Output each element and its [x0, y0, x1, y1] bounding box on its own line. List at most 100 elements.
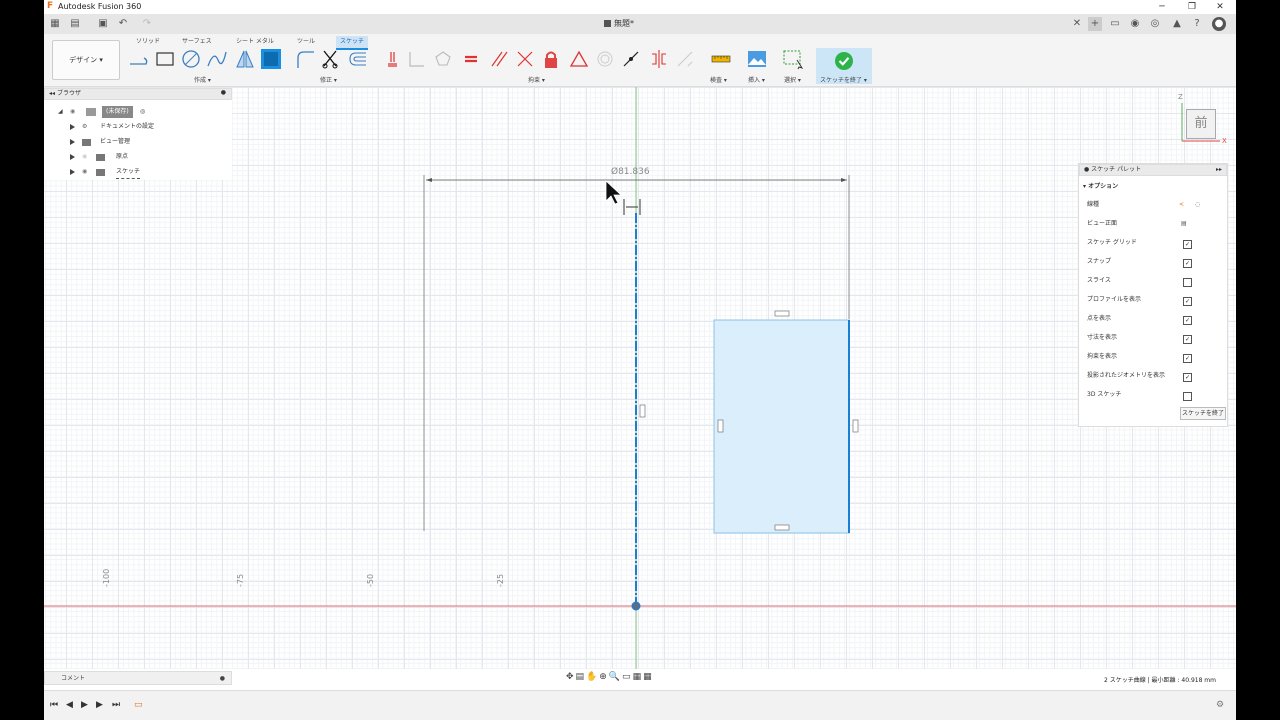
line-tool-icon[interactable] [128, 48, 150, 70]
browser-header[interactable]: ◂◂ ブラウザ ● [44, 88, 232, 100]
job-status-icon[interactable]: ◎ [1148, 17, 1162, 31]
parallel-constraint-icon[interactable] [488, 48, 510, 70]
tangent-constraint-icon[interactable] [620, 48, 642, 70]
coincident-constraint-icon[interactable] [382, 48, 404, 70]
collinear-constraint-icon[interactable] [406, 48, 428, 70]
zoom-window-icon[interactable]: 🔍 [609, 672, 622, 682]
minimize-button[interactable]: ─ [1156, 1, 1168, 13]
diameter-dimension-label[interactable]: Ø81.836 [611, 167, 650, 177]
create-group-label[interactable]: 作成 ▾ [194, 75, 211, 84]
show-constraints-checkbox[interactable]: ✓ [1183, 354, 1192, 363]
visibility-eye-icon[interactable]: ◉ [70, 106, 75, 118]
show-projected-checkbox[interactable]: ✓ [1183, 373, 1192, 382]
zoom-icon[interactable]: ⊕ [599, 672, 609, 682]
timeline-next-icon[interactable]: ▶ [96, 700, 103, 710]
select-window-icon[interactable] [782, 48, 804, 70]
user-avatar[interactable]: ● [1212, 17, 1226, 31]
timeline-prev-icon[interactable]: ◀ [66, 700, 73, 710]
insert-image-icon[interactable] [746, 48, 768, 70]
timeline-sketch-feature-icon[interactable]: ▭ [134, 700, 143, 710]
expand-triangle-icon[interactable] [70, 154, 75, 160]
data-panel-grid-icon[interactable]: ▦ [48, 17, 62, 31]
browser-pin-icon[interactable]: ● [221, 88, 226, 98]
sketch-grid-checkbox[interactable]: ✓ [1183, 240, 1192, 249]
visibility-eye-off-icon[interactable]: ◉ [82, 151, 87, 163]
view-cube[interactable]: Z 前 X [1178, 93, 1228, 145]
activate-radio-icon[interactable]: ◎ [140, 106, 145, 118]
document-tab[interactable]: 無題* [604, 18, 634, 29]
grid-settings-icon[interactable]: ▦ [633, 672, 644, 682]
viewcube-front-face[interactable]: 前 [1186, 109, 1216, 139]
comment-bubble-icon[interactable]: ▭ [1108, 17, 1122, 31]
timeline-last-icon[interactable]: ⏭ [112, 700, 120, 710]
measure-icon[interactable] [710, 48, 732, 70]
look-at-nav-icon[interactable]: ▤ [576, 672, 587, 682]
fix-lock-icon[interactable] [540, 48, 562, 70]
browser-item-named-views[interactable]: ビュー管理 [44, 136, 232, 148]
comments-panel[interactable]: コメント ● [44, 671, 232, 685]
display-settings-icon[interactable]: ▭ [622, 672, 633, 682]
timeline-first-icon[interactable]: ⏮ [50, 700, 58, 710]
palette-header[interactable]: ● スケッチ パレット ▸▸ [1079, 164, 1227, 176]
select-group-label[interactable]: 選択 ▾ [784, 75, 801, 84]
palette-section-header[interactable]: ▾ オプション [1083, 181, 1118, 193]
centerline-icon[interactable]: ◌ [1195, 199, 1200, 211]
workspace-switcher[interactable]: デザイン ▾ [52, 40, 120, 80]
expand-triangle-icon[interactable] [70, 124, 75, 130]
browser-item-origin[interactable]: ◉ 原点 [44, 151, 232, 163]
expand-triangle-icon[interactable] [70, 169, 75, 175]
rectangle-tool-icon[interactable] [154, 48, 176, 70]
file-menu-icon[interactable]: ▤ [68, 17, 82, 31]
browser-item-doc-settings[interactable]: ⚙ ドキュメントの設定 [44, 121, 232, 133]
undo-icon[interactable]: ↶ [116, 17, 130, 31]
show-points-checkbox[interactable]: ✓ [1183, 316, 1192, 325]
tab-tools[interactable]: ツール [293, 36, 319, 48]
show-profile-checkbox[interactable]: ✓ [1183, 297, 1192, 306]
mirror-tool-icon[interactable] [234, 48, 256, 70]
snap-checkbox[interactable]: ✓ [1183, 259, 1192, 268]
perpendicular-constraint-icon[interactable] [514, 48, 536, 70]
insert-group-label[interactable]: 挿入 ▾ [748, 75, 765, 84]
pan-hand-icon[interactable]: ✋ [586, 672, 599, 682]
midpoint-constraint-icon[interactable] [568, 48, 590, 70]
expand-triangle-icon[interactable] [70, 139, 75, 145]
restore-button[interactable]: ❐ [1186, 1, 1198, 13]
constraints-group-label[interactable]: 拘束 ▾ [528, 75, 545, 84]
close-tab-icon[interactable]: ✕ [1070, 17, 1084, 31]
extensions-icon[interactable]: ◉ [1128, 17, 1142, 31]
browser-item-sketches[interactable]: ◉ スケッチ [44, 166, 232, 179]
browser-item-root[interactable]: ◢ ◉ (未保存) ◎ [44, 106, 232, 118]
construction-line-icon[interactable]: < [1179, 199, 1184, 211]
close-window-button[interactable]: ✕ [1214, 1, 1226, 13]
equal-constraint-icon[interactable] [460, 48, 482, 70]
curvature-constraint-icon[interactable] [674, 48, 696, 70]
viewports-icon[interactable]: ▦ [643, 672, 654, 682]
modify-group-label[interactable]: 修正 ▾ [320, 75, 337, 84]
redo-icon[interactable]: ↷ [140, 17, 154, 31]
palette-collapse-icon[interactable]: ▸▸ [1216, 165, 1222, 175]
show-dimensions-checkbox[interactable]: ✓ [1183, 335, 1192, 344]
new-tab-icon[interactable]: + [1088, 17, 1102, 31]
3d-sketch-checkbox[interactable] [1183, 392, 1192, 401]
fillet-tool-icon[interactable] [294, 48, 316, 70]
timeline-play-icon[interactable]: ▶ [81, 700, 88, 710]
save-icon[interactable]: ▣ [96, 17, 110, 31]
concentric-constraint-icon[interactable] [432, 48, 454, 70]
comments-pin-icon[interactable]: ● [220, 672, 225, 686]
circle-tool-icon[interactable] [180, 48, 202, 70]
arc-tool-icon[interactable] [206, 48, 228, 70]
finish-sketch-label[interactable]: スケッチを終了 ▾ [820, 75, 867, 84]
expand-triangle-icon[interactable]: ◢ [58, 106, 63, 118]
timeline-settings-gear-icon[interactable]: ⚙ [1216, 700, 1224, 710]
inspect-group-label[interactable]: 検査 ▾ [710, 75, 727, 84]
tab-sheet-metal[interactable]: シート メタル [232, 36, 278, 48]
project-tool-icon[interactable] [260, 48, 282, 70]
collapse-arrows-icon[interactable]: ◂◂ [49, 90, 57, 97]
tab-solid[interactable]: ソリッド [132, 36, 164, 48]
notifications-icon[interactable]: ▲ [1170, 17, 1184, 31]
tab-surface[interactable]: サーフェス [178, 36, 216, 48]
concentric-circles-icon[interactable] [594, 48, 616, 70]
visibility-eye-icon[interactable]: ◉ [82, 166, 87, 178]
look-at-icon[interactable]: ▤ [1181, 218, 1187, 230]
orbit-icon[interactable]: ✥ [566, 672, 576, 682]
